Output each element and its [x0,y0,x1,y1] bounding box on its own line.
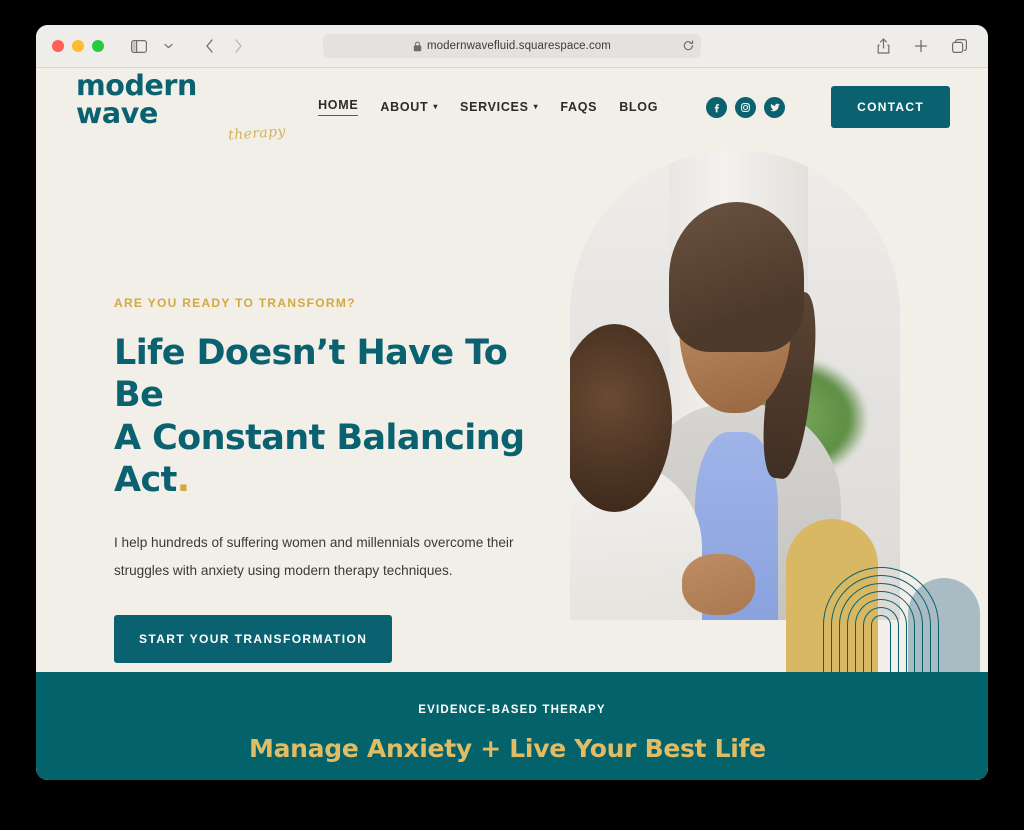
maximize-window-button[interactable] [92,40,104,52]
hero-lead-paragraph: I help hundreds of suffering women and m… [114,535,514,579]
nav-label-faqs: FAQS [560,100,598,114]
hero-headline-line-1: Life Doesn’t Have To Be [114,333,508,416]
hero-headline-line-3-text: Act [114,460,177,501]
hero-headline-line-3: Act. [114,459,544,501]
url-text: modernwavefluid.squarespace.com [426,40,611,52]
facebook-icon[interactable] [706,96,728,118]
nav-item-about[interactable]: ABOUT ▾ [380,100,438,114]
address-bar[interactable]: modernwavefluid.squarespace.com [323,34,701,58]
nav-label-services: SERVICES [460,100,529,114]
chevron-down-icon: ▾ [433,102,439,111]
hero-eyebrow: ARE YOU READY TO TRANSFORM? [114,296,356,310]
tabs-overview-icon[interactable] [946,33,972,59]
nav-label-home: HOME [318,98,359,112]
back-button[interactable] [196,33,222,59]
new-tab-icon[interactable] [908,33,934,59]
twitter-icon[interactable] [764,96,786,118]
address-bar-container: modernwavefluid.squarespace.com [323,34,701,58]
nav-item-services[interactable]: SERVICES ▾ [460,100,538,114]
nav-item-home[interactable]: HOME [318,98,359,116]
browser-toolbar: modernwavefluid.squarespace.com [36,25,988,68]
sidebar-icon[interactable] [126,33,152,59]
hero-headline-accent-dot: . [176,460,190,501]
nav-item-faqs[interactable]: FAQS [560,100,597,114]
main-navigation: HOME ABOUT ▾ SERVICES ▾ FAQS BLOG CONTAC… [318,86,950,128]
browser-window: modernwavefluid.squarespace.com modern w… [36,25,988,780]
line-arch-shape [813,547,949,672]
hero-headline-line-2: A Constant Balancing [114,417,525,458]
chevron-down-icon[interactable] [155,33,181,59]
reload-icon[interactable] [683,40,694,52]
evidence-heading-accent-dot: . [765,734,776,763]
evidence-section: EVIDENCE-BASED THERAPY Manage Anxiety + … [36,672,988,780]
evidence-eyebrow: EVIDENCE-BASED THERAPY [418,704,606,716]
logo-wordmark: modern wave [76,68,197,130]
site-logo[interactable]: modern wave therapy [76,68,286,147]
toolbar-right-actions [870,33,972,59]
hero-section: ARE YOU READY TO TRANSFORM? Life Doesn’t… [36,146,988,672]
toolbar-nav-group [126,33,251,59]
nav-label-blog: BLOG [619,100,659,114]
social-links [706,96,786,118]
nav-label-about: ABOUT [380,100,429,114]
close-window-button[interactable] [52,40,64,52]
evidence-heading: Manage Anxiety + Live Your Best Life. [36,734,988,763]
photo-therapist-hair [669,201,805,353]
contact-button[interactable]: CONTACT [831,86,950,128]
photo-handshake [682,554,755,616]
evidence-heading-text: Manage Anxiety + Live Your Best Life [249,734,766,763]
hero-headline: Life Doesn’t Have To Be A Constant Balan… [114,332,544,501]
minimize-window-button[interactable] [72,40,84,52]
share-icon[interactable] [870,33,896,59]
lock-icon [413,41,422,52]
site-header: modern wave therapy HOME ABOUT ▾ SERVICE… [36,68,988,146]
traffic-lights [52,40,104,52]
start-transformation-button[interactable]: START YOUR TRANSFORMATION [114,615,393,664]
hero-artwork [558,146,988,672]
chevron-down-icon: ▾ [533,102,539,111]
instagram-icon[interactable] [735,96,757,118]
web-page: modern wave therapy HOME ABOUT ▾ SERVICE… [36,68,988,780]
nav-item-blog[interactable]: BLOG [619,100,658,114]
forward-button[interactable] [225,33,251,59]
hero-copy: ARE YOU READY TO TRANSFORM? Life Doesn’t… [114,296,544,664]
